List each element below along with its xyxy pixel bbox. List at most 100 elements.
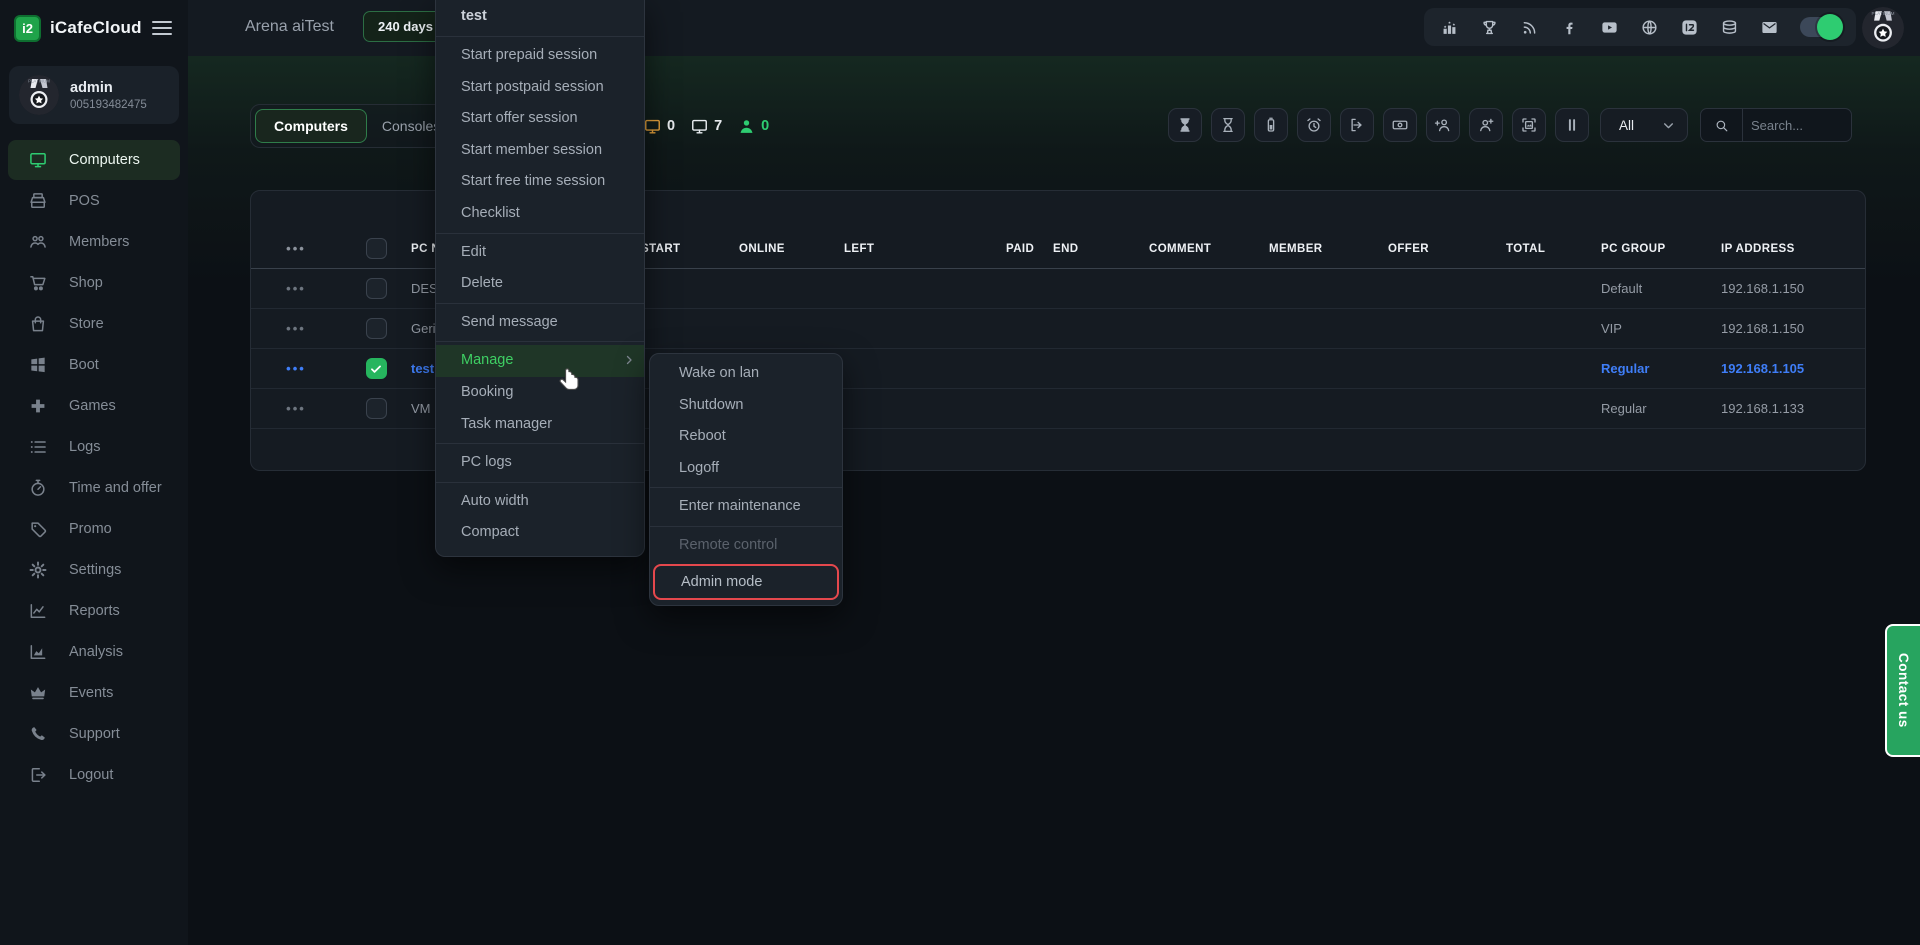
sidebar-item-analysis[interactable]: Analysis [8, 632, 180, 672]
sidebar-item-events[interactable]: Events [8, 673, 180, 713]
row-menu-icon[interactable]: ••• [286, 281, 306, 296]
submenu-item-admin-mode[interactable]: Admin mode [653, 564, 839, 600]
sidebar-item-reports[interactable]: Reports [8, 591, 180, 631]
end-session-icon [1348, 116, 1366, 134]
header-row-menu-icon[interactable]: ••• [286, 241, 306, 256]
sidebar-item-store[interactable]: Store [8, 304, 180, 344]
hourglass-outline-button[interactable] [1211, 108, 1245, 142]
menu-item-start-prepaid-session[interactable]: Start prepaid session [436, 40, 644, 72]
phone-icon [28, 724, 48, 744]
hourglass-filled-button[interactable] [1168, 108, 1202, 142]
sidebar: i2 iCafeCloud PLATINUM admin 00519348247… [0, 0, 188, 945]
sidebar-item-logs[interactable]: Logs [8, 427, 180, 467]
search-input[interactable] [1743, 118, 1851, 133]
contact-us-button[interactable]: Contact us [1885, 624, 1920, 757]
menu-divider [436, 443, 644, 444]
search-box [1700, 108, 1852, 142]
menu-item-start-offer-session[interactable]: Start offer session [436, 103, 644, 135]
sidebar-item-label: Time and offer [69, 480, 162, 496]
globe-icon[interactable] [1640, 18, 1659, 37]
theme-toggle[interactable] [1800, 17, 1840, 37]
menu-item-delete[interactable]: Delete [436, 268, 644, 300]
counter-pcs-busy: 0 [643, 117, 675, 136]
row-checkbox[interactable] [366, 318, 387, 339]
add-member-button[interactable] [1426, 108, 1460, 142]
menu-item-manage[interactable]: Manage [436, 345, 644, 377]
row-checkbox-checked[interactable] [366, 358, 387, 379]
col-pc-group: PC GROUP [1601, 243, 1721, 255]
gamepad-icon [28, 396, 48, 416]
facebook-icon[interactable] [1560, 18, 1579, 37]
pause-button[interactable] [1555, 108, 1589, 142]
sidebar-item-settings[interactable]: Settings [8, 550, 180, 590]
menu-divider [436, 233, 644, 234]
status-filter-select[interactable]: All [1600, 108, 1688, 142]
menu-item-start-postpaid-session[interactable]: Start postpaid session [436, 72, 644, 104]
alarm-clock-button[interactable] [1297, 108, 1331, 142]
hamburger-menu-icon[interactable] [152, 21, 172, 35]
sidebar-item-boot[interactable]: Boot [8, 345, 180, 385]
row-checkbox[interactable] [366, 398, 387, 419]
line-chart-icon [28, 601, 48, 621]
row-menu-icon[interactable]: ••• [286, 401, 306, 416]
topbar-icon-strip [1424, 8, 1856, 46]
menu-divider [436, 36, 644, 37]
cell-pc-group: Regular [1601, 361, 1721, 376]
sidebar-item-support[interactable]: Support [8, 714, 180, 754]
menu-item-edit[interactable]: Edit [436, 237, 644, 269]
submenu-item-shutdown[interactable]: Shutdown [650, 390, 842, 422]
add-guest-button[interactable] [1469, 108, 1503, 142]
end-session-button[interactable] [1340, 108, 1374, 142]
sidebar-item-computers[interactable]: Computers [8, 140, 180, 180]
sidebar-item-members[interactable]: Members [8, 222, 180, 262]
icafecloud-logo-icon[interactable] [1680, 18, 1699, 37]
row-checkbox[interactable] [366, 278, 387, 299]
row-menu-icon[interactable]: ••• [286, 321, 306, 336]
tab-computers[interactable]: Computers [255, 109, 367, 143]
row-menu-icon[interactable]: ••• [286, 361, 306, 376]
select-all-checkbox[interactable] [366, 238, 387, 259]
cell-ip-address: 192.168.1.105 [1721, 361, 1865, 376]
submenu-item-logoff[interactable]: Logoff [650, 453, 842, 485]
sidebar-item-shop[interactable]: Shop [8, 263, 180, 303]
menu-item-booking[interactable]: Booking [436, 377, 644, 409]
pause-icon [1563, 116, 1581, 134]
youtube-icon[interactable] [1600, 18, 1619, 37]
screenshot-button[interactable] [1512, 108, 1546, 142]
search-icon[interactable] [1701, 109, 1743, 141]
menu-divider [436, 482, 644, 483]
sidebar-item-label: POS [69, 193, 100, 209]
battery-button[interactable] [1254, 108, 1288, 142]
sidebar-item-pos[interactable]: POS [8, 181, 180, 221]
avatar-tier: PLATINUM [1872, 11, 1895, 16]
submenu-item-wake-on-lan[interactable]: Wake on lan [650, 358, 842, 390]
cash-stack-icon[interactable] [1720, 18, 1739, 37]
leaderboard-icon[interactable] [1440, 18, 1459, 37]
cafe-name: Arena aiTest [245, 18, 334, 36]
submenu-item-remote-control[interactable]: Remote control [650, 530, 842, 562]
menu-divider [436, 341, 644, 342]
rss-icon[interactable] [1520, 18, 1539, 37]
menu-item-compact[interactable]: Compact [436, 517, 644, 549]
sidebar-item-promo[interactable]: Promo [8, 509, 180, 549]
sidebar-item-time-and-offer[interactable]: Time and offer [8, 468, 180, 508]
menu-item-auto-width[interactable]: Auto width [436, 486, 644, 518]
banknote-button[interactable] [1383, 108, 1417, 142]
menu-item-pc-logs[interactable]: PC logs [436, 447, 644, 479]
submenu-item-reboot[interactable]: Reboot [650, 421, 842, 453]
admin-profile-card[interactable]: PLATINUM admin 005193482475 [9, 66, 179, 124]
menu-item-label: Manage [461, 352, 513, 368]
menu-item-task-manager[interactable]: Task manager [436, 409, 644, 441]
trophy-icon[interactable] [1480, 18, 1499, 37]
menu-item-checklist[interactable]: Checklist [436, 198, 644, 230]
topbar-avatar[interactable]: PLATINUM [1862, 7, 1904, 49]
col-left: LEFT [844, 243, 1006, 255]
menu-item-send-message[interactable]: Send message [436, 307, 644, 339]
menu-item-start-free-time-session[interactable]: Start free time session [436, 166, 644, 198]
mail-icon[interactable] [1760, 18, 1779, 37]
sidebar-item-logout[interactable]: Logout [8, 755, 180, 795]
actions-toolbar [1168, 108, 1589, 142]
submenu-item-enter-maintenance[interactable]: Enter maintenance [650, 491, 842, 523]
sidebar-item-games[interactable]: Games [8, 386, 180, 426]
menu-item-start-member-session[interactable]: Start member session [436, 135, 644, 167]
